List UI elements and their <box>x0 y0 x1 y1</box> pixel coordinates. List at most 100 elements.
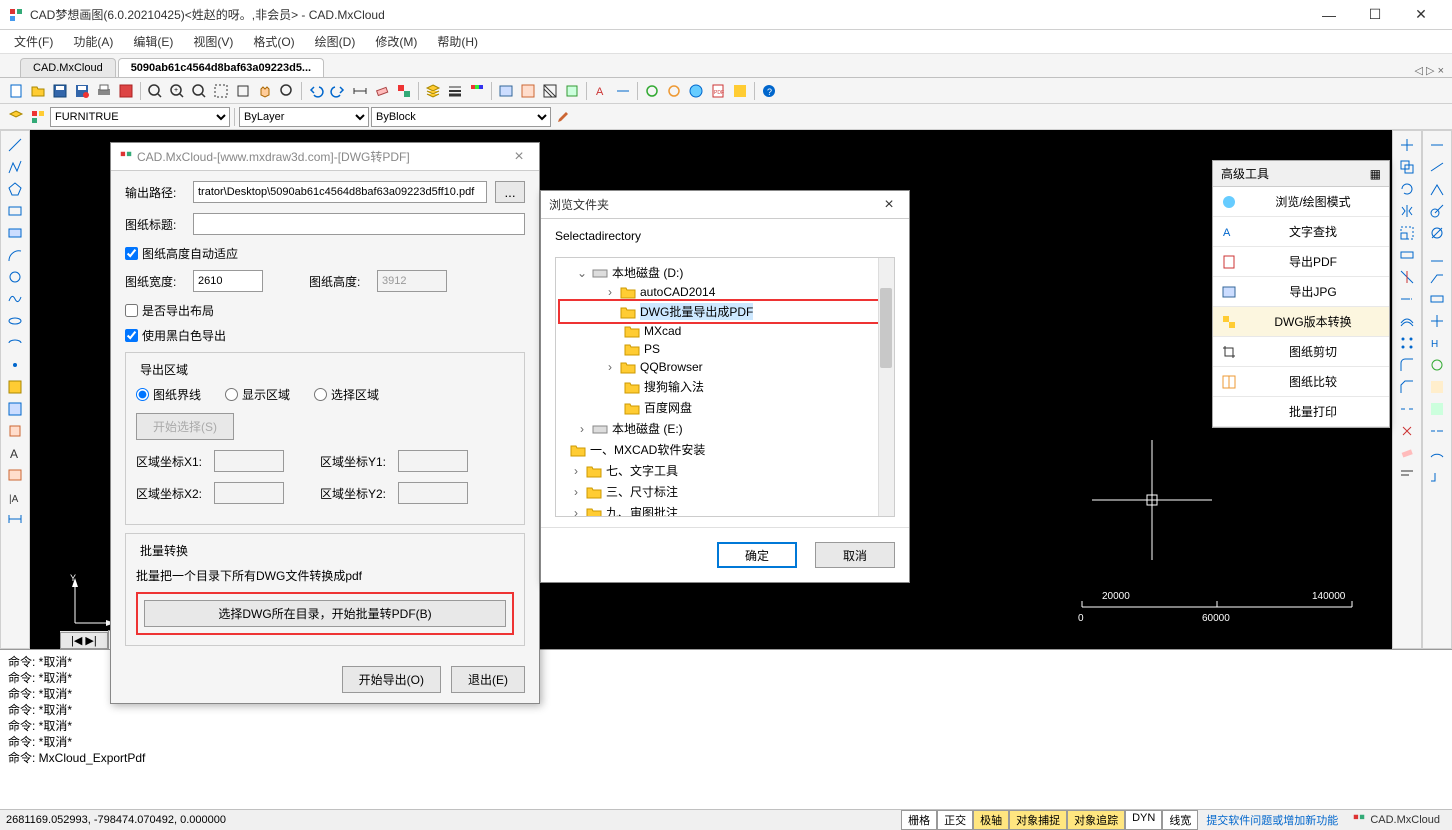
ellipse-arc-icon[interactable] <box>5 333 25 353</box>
block-icon[interactable] <box>562 81 582 101</box>
pdf-icon[interactable]: PDF <box>708 81 728 101</box>
tree-scrollbar[interactable] <box>878 258 894 516</box>
mtext2-icon[interactable]: |A <box>5 487 25 507</box>
polyline-icon[interactable] <box>5 157 25 177</box>
lineweight-icon[interactable] <box>445 81 465 101</box>
save-icon[interactable] <box>50 81 70 101</box>
layer-select[interactable]: FURNITRUE <box>50 107 230 127</box>
polygon-icon[interactable] <box>5 179 25 199</box>
dimension-icon[interactable] <box>5 509 25 529</box>
layers-icon[interactable] <box>6 107 26 127</box>
spline-icon[interactable] <box>5 289 25 309</box>
tree-item1[interactable]: 一、MXCAD软件安装 <box>590 441 705 458</box>
erase-icon[interactable] <box>1397 443 1417 463</box>
color-select[interactable]: ByLayer <box>239 107 369 127</box>
bw-export-checkbox[interactable]: 使用黑白色导出 <box>125 327 525 344</box>
break-icon[interactable] <box>1397 399 1417 419</box>
circle-icon[interactable] <box>5 267 25 287</box>
regen-icon[interactable] <box>642 81 662 101</box>
start-export-button[interactable]: 开始导出(O) <box>342 666 441 693</box>
dim-angular-icon[interactable] <box>1427 179 1447 199</box>
tree-ps[interactable]: PS <box>644 342 660 356</box>
layout-nav[interactable]: |◀ ▶| <box>60 632 108 649</box>
tree-qq[interactable]: QQBrowser <box>640 360 703 374</box>
dim-continue-icon[interactable] <box>1427 421 1447 441</box>
dim-linear-icon[interactable] <box>1427 135 1447 155</box>
menu-format[interactable]: 格式(O) <box>249 31 298 52</box>
radio-select-region[interactable]: 选择区域 <box>314 386 379 403</box>
chamfer-icon[interactable] <box>1397 377 1417 397</box>
tree-d-drive[interactable]: 本地磁盘 (D:) <box>612 264 683 281</box>
ok-button[interactable]: 确定 <box>717 542 797 568</box>
close-button[interactable]: ✕ <box>1398 0 1444 30</box>
dialog-close-button[interactable]: × <box>507 148 531 166</box>
feedback-link[interactable]: 提交软件问题或增加新功能 <box>1198 812 1346 828</box>
menu-modify[interactable]: 修改(M) <box>371 31 421 52</box>
radio-drawing-limits[interactable]: 图纸界线 <box>136 386 201 403</box>
mirror-icon[interactable] <box>1397 201 1417 221</box>
arc-icon[interactable] <box>5 245 25 265</box>
tool-export-jpg[interactable]: 导出JPG <box>1213 277 1389 307</box>
toggle-osnap[interactable]: 对象捕捉 <box>1009 810 1067 830</box>
maximize-button[interactable]: ☐ <box>1352 0 1398 30</box>
title-input[interactable] <box>193 213 525 235</box>
tree-sogou[interactable]: 搜狗输入法 <box>644 378 704 395</box>
redo-icon[interactable] <box>328 81 348 101</box>
zoom-all-icon[interactable] <box>233 81 253 101</box>
tool-crop[interactable]: 图纸剪切 <box>1213 337 1389 367</box>
browse-button[interactable]: ... <box>495 181 525 203</box>
hatch2-icon[interactable] <box>5 377 25 397</box>
toggle-polar[interactable]: 极轴 <box>973 810 1009 830</box>
undo-icon[interactable] <box>306 81 326 101</box>
tool-export-pdf[interactable]: 导出PDF <box>1213 247 1389 277</box>
dialog2-close-button[interactable]: × <box>877 196 901 214</box>
tool-dwg-version[interactable]: DWG版本转换 <box>1213 307 1389 337</box>
open-icon[interactable] <box>28 81 48 101</box>
line-icon[interactable] <box>5 135 25 155</box>
dim-aligned-icon[interactable] <box>1427 157 1447 177</box>
layer-icon[interactable] <box>423 81 443 101</box>
cancel-button[interactable]: 取消 <box>815 542 895 568</box>
tree-baidu[interactable]: 百度网盘 <box>644 399 692 416</box>
tab-mxcloud[interactable]: CAD.MxCloud <box>20 58 116 77</box>
fillet-icon[interactable] <box>1397 355 1417 375</box>
zoom-in-icon[interactable]: + <box>167 81 187 101</box>
tree-dwg-batch[interactable]: DWG批量导出成PDF <box>640 303 753 320</box>
redraw-icon[interactable] <box>664 81 684 101</box>
print-icon[interactable] <box>94 81 114 101</box>
dim-override-icon[interactable] <box>1427 399 1447 419</box>
pan-icon[interactable] <box>255 81 275 101</box>
output-path-input[interactable] <box>193 181 487 203</box>
menu-view[interactable]: 视图(V) <box>189 31 237 52</box>
toggle-otrack[interactable]: 对象追踪 <box>1067 810 1125 830</box>
dim-edit-icon[interactable]: H <box>1427 333 1447 353</box>
leader-icon[interactable] <box>1427 267 1447 287</box>
width-input[interactable] <box>193 270 263 292</box>
new-icon[interactable] <box>6 81 26 101</box>
rotate-icon[interactable] <box>1397 179 1417 199</box>
match-icon[interactable] <box>394 81 414 101</box>
block2-icon[interactable] <box>5 421 25 441</box>
dim-ordinate-icon[interactable] <box>1427 465 1447 485</box>
tool-browse-mode[interactable]: 浏览/绘图模式 <box>1213 187 1389 217</box>
array-icon[interactable] <box>1397 333 1417 353</box>
move-icon[interactable] <box>1397 135 1417 155</box>
tool-icon[interactable] <box>116 81 136 101</box>
extend-icon[interactable] <box>1397 289 1417 309</box>
exit-button[interactable]: 退出(E) <box>451 666 525 693</box>
hatch-icon[interactable] <box>540 81 560 101</box>
point-icon[interactable] <box>5 355 25 375</box>
tab-current-file[interactable]: 5090ab61c4564d8baf63a09223d5... <box>118 58 324 77</box>
tree-item9[interactable]: 九、审图批注 <box>606 504 678 517</box>
rect2-icon[interactable] <box>5 223 25 243</box>
dist-icon[interactable] <box>350 81 370 101</box>
folder-tree[interactable]: ⌄本地磁盘 (D:) ›autoCAD2014 DWG批量导出成PDF MXca… <box>555 257 895 517</box>
dim-update-icon[interactable] <box>1427 355 1447 375</box>
mtext-icon[interactable] <box>5 465 25 485</box>
tool-compare[interactable]: 图纸比较 <box>1213 367 1389 397</box>
tool-batch-print[interactable]: 批量打印 <box>1213 397 1389 427</box>
rect-icon[interactable] <box>5 201 25 221</box>
tool-text-find[interactable]: A文字查找 <box>1213 217 1389 247</box>
menu-help[interactable]: 帮助(H) <box>433 31 482 52</box>
eraser-icon[interactable] <box>372 81 392 101</box>
